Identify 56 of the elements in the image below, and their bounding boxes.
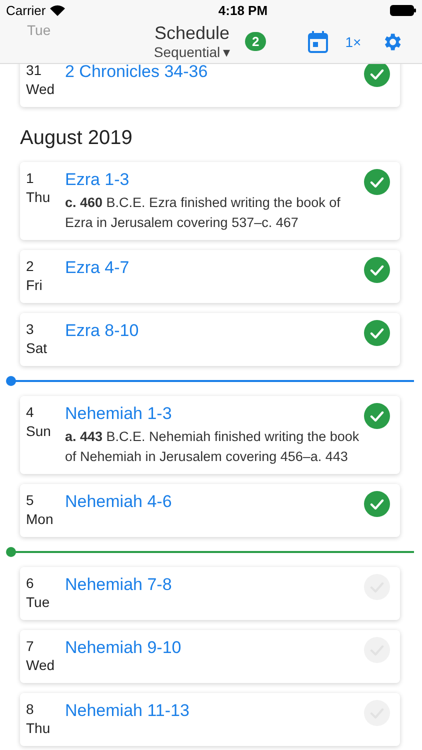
reading-link[interactable]: Nehemiah 7-8 <box>65 574 364 596</box>
history-note: c. 460 B.C.E. Ezra finished writing the book of Ezra in Jerusalem covering 537–c. 467 <box>65 194 342 232</box>
date-number: 5 <box>26 491 35 510</box>
weekday: Fri <box>26 276 44 295</box>
reading-link[interactable]: Ezra 1-3 <box>65 169 364 191</box>
clock: 4:18 PM <box>218 2 268 18</box>
check-icon[interactable] <box>364 637 390 663</box>
check-icon[interactable] <box>364 169 390 195</box>
check-icon[interactable] <box>364 61 390 87</box>
check-icon[interactable] <box>364 700 390 726</box>
weekday: Wed <box>26 656 56 675</box>
reading-link[interactable]: Nehemiah 11-13 <box>65 700 364 722</box>
check-icon[interactable] <box>364 574 390 600</box>
date-number: 7 <box>26 637 35 656</box>
date-number: 4 <box>26 403 35 422</box>
reading-link[interactable]: Ezra 4-7 <box>65 257 364 279</box>
reading-link[interactable]: Nehemiah 4-6 <box>65 491 364 513</box>
carrier-label: Carrier <box>6 2 46 18</box>
weekday: Mon <box>26 510 54 529</box>
history-note: a. 443 B.C.E. Nehemiah finished writing the book of Nehemiah in Jerusalem covering 456–a. 443 <box>65 428 360 466</box>
reading-card[interactable]: 3 Sat Ezra 8-10 <box>20 313 400 366</box>
reading-card[interactable]: 7 Wed Nehemiah 9-10 <box>20 630 400 683</box>
reading-link[interactable]: Nehemiah 9-10 <box>65 637 364 659</box>
speed-button[interactable]: 1× <box>345 34 362 50</box>
reading-card[interactable]: 4 Sun Nehemiah 1-3 a. 443 B.C.E. Nehemiah finished writing the book of Nehemiah in Jerusalem covering 456–a. 443 <box>20 396 400 474</box>
date-number: 8 <box>26 700 35 719</box>
date-number: 6 <box>26 574 35 593</box>
weekday: Wed <box>26 80 56 99</box>
weekday: Tue <box>26 593 51 612</box>
reading-link[interactable]: Nehemiah 1-3 <box>65 403 364 425</box>
weekday: Sun <box>26 422 52 441</box>
check-icon[interactable] <box>364 257 390 283</box>
weekday: Sat <box>26 339 48 358</box>
calendar-icon[interactable] <box>308 30 328 52</box>
reading-card[interactable]: 8 Thu Nehemiah 11-13 <box>20 693 400 746</box>
weekday: Thu <box>26 719 52 738</box>
battery-icon <box>390 4 416 16</box>
check-icon[interactable] <box>364 320 390 346</box>
date-number: 1 <box>26 169 35 188</box>
date-number: 3 <box>26 320 35 339</box>
reading-card[interactable]: 6 Tue Nehemiah 7-8 <box>20 567 400 620</box>
weekday: Thu <box>26 188 52 207</box>
wifi-icon <box>50 4 65 16</box>
reading-card[interactable]: 5 Mon Nehemiah 4-6 <box>20 484 400 537</box>
reading-link[interactable]: Ezra 8-10 <box>65 320 364 342</box>
check-icon[interactable] <box>364 403 390 429</box>
date-number: 2 <box>26 257 35 276</box>
check-icon[interactable] <box>364 491 390 517</box>
count-badge: 2 <box>245 32 266 51</box>
reading-card[interactable]: 2 Fri Ezra 4-7 <box>20 250 400 303</box>
reading-card[interactable]: 1 Thu Ezra 1-3 c. 460 B.C.E. Ezra finished writing the book of Ezra in Jerusalem covering 537–c. 467 <box>20 162 400 240</box>
screen-title: Schedule <box>154 23 230 44</box>
reading-link[interactable]: 2 Chronicles 34-36 <box>65 61 364 83</box>
date-number: 31 <box>26 61 43 80</box>
month-heading: August 2019 <box>20 127 134 150</box>
weekday: Tue <box>27 22 51 38</box>
